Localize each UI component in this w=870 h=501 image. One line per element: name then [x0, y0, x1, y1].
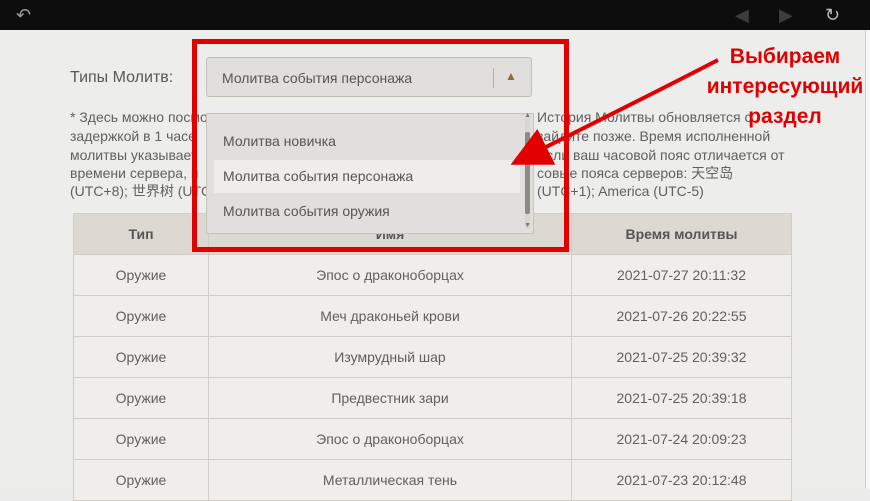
callout-line2: интересующий: [706, 75, 864, 98]
callout-line3: раздел: [748, 105, 822, 128]
callout-line1: Выбираем: [729, 45, 841, 68]
callout-text: Выбираем интересующий раздел: [670, 42, 870, 132]
